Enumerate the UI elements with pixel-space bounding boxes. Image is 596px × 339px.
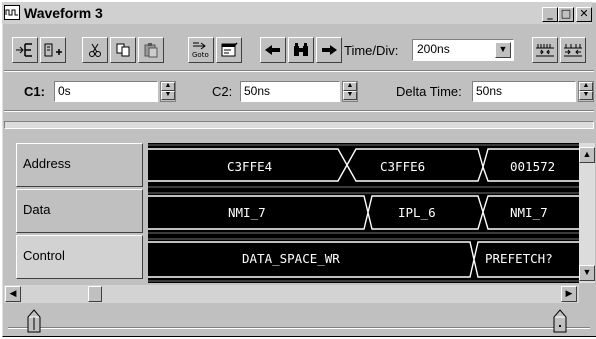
c2-field[interactable]: 50ns <box>240 81 340 102</box>
copy-icon[interactable] <box>110 37 136 63</box>
time-div-select[interactable]: 200ns ▼ <box>412 39 514 61</box>
delta-time-spinner[interactable]: ▲ ▼ <box>578 81 594 102</box>
c2-label: C2: <box>212 84 233 99</box>
control-value-2: PREFETCH? <box>485 251 553 266</box>
data-value-1: NMI_7 <box>228 205 266 220</box>
data-value-3: NMI_7 <box>510 205 548 220</box>
spin-up-icon[interactable]: ▲ <box>343 82 357 91</box>
cursor-divider <box>4 110 594 112</box>
cut-icon[interactable] <box>82 37 108 63</box>
cursor-ruler <box>4 306 594 334</box>
spin-down-icon[interactable]: ▼ <box>579 91 593 100</box>
horizontal-scrollbar[interactable]: ◀ ▶ <box>4 285 579 303</box>
svg-text:Goto: Goto <box>192 51 209 59</box>
insert-signal-icon[interactable] <box>12 37 38 63</box>
goto-icon[interactable]: Goto <box>188 37 214 63</box>
control-value-1: DATA_SPACE_WR <box>242 251 340 266</box>
data-value-2: IPL_6 <box>398 205 436 220</box>
close-button[interactable]: ✕ <box>576 7 592 22</box>
zoom-out-icon[interactable] <box>560 37 586 63</box>
chevron-down-icon[interactable]: ▼ <box>495 42 511 58</box>
spin-up-icon[interactable]: ▲ <box>579 82 593 91</box>
c2-spinner[interactable]: ▲ ▼ <box>342 81 358 102</box>
arrow-left-icon[interactable] <box>260 37 286 63</box>
signal-data[interactable]: Data <box>16 189 143 233</box>
maximize-button[interactable]: □ <box>558 7 574 22</box>
spin-up-icon[interactable]: ▲ <box>161 82 175 91</box>
c1-field[interactable]: 0s <box>54 81 158 102</box>
c1-spinner[interactable]: ▲ ▼ <box>160 81 176 102</box>
timeline-strip[interactable] <box>4 121 594 129</box>
paste-icon[interactable] <box>138 37 164 63</box>
time-div-label: Time/Div: <box>344 43 399 58</box>
scroll-thumb[interactable] <box>88 286 102 302</box>
waveform-display[interactable]: C3FFE4 C3FFE6 001572 NMI_7 IPL_6 NMI_7 D… <box>148 143 579 283</box>
address-value-3: 001572 <box>510 159 556 174</box>
delta-time-label: Delta Time: <box>396 84 462 99</box>
binoculars-icon[interactable] <box>288 37 314 63</box>
cursor-c1-marker[interactable] <box>26 309 42 333</box>
scroll-right-icon[interactable]: ▶ <box>561 286 577 302</box>
cursor-c2-marker[interactable] <box>552 309 568 333</box>
c1-label: C1: <box>24 84 45 99</box>
address-value-1: C3FFE4 <box>227 159 273 174</box>
waveform-app-icon <box>4 5 20 20</box>
address-value-2: C3FFE6 <box>380 159 426 174</box>
minimize-button[interactable]: _ <box>542 7 558 22</box>
properties-icon[interactable] <box>216 37 242 63</box>
arrow-right-icon[interactable] <box>316 37 342 63</box>
spin-down-icon[interactable]: ▼ <box>343 91 357 100</box>
scroll-up-icon[interactable]: ▲ <box>579 147 595 163</box>
time-div-value: 200ns <box>417 42 450 56</box>
vertical-scrollbar[interactable]: ▲ ▼ <box>579 143 595 283</box>
zoom-in-icon[interactable] <box>532 37 558 63</box>
add-signal-icon[interactable] <box>40 37 66 63</box>
scroll-down-icon[interactable]: ▼ <box>579 265 595 281</box>
title-bar[interactable]: Waveform 3 _ □ ✕ <box>2 2 592 24</box>
signal-control[interactable]: Control <box>16 235 143 279</box>
spin-down-icon[interactable]: ▼ <box>161 91 175 100</box>
signal-address[interactable]: Address <box>16 143 143 187</box>
scroll-left-icon[interactable]: ◀ <box>5 286 21 302</box>
toolbar-divider <box>4 70 594 72</box>
delta-time-field[interactable]: 50ns <box>472 81 576 102</box>
window-title: Waveform 3 <box>24 5 103 21</box>
